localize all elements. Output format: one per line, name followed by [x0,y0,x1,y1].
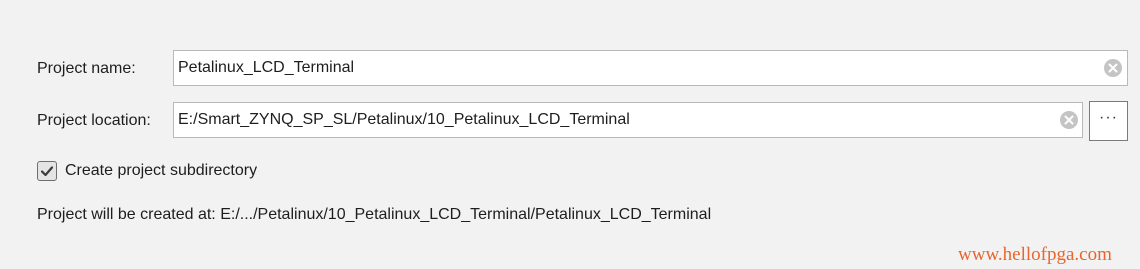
clear-icon[interactable] [1103,58,1123,78]
project-name-field[interactable] [173,50,1128,86]
check-icon [40,166,54,177]
project-location-field[interactable] [173,102,1083,138]
project-name-input[interactable] [178,51,1098,85]
project-location-input[interactable] [178,103,1054,137]
browse-button[interactable]: ··· [1089,101,1128,141]
project-created-at-text: Project will be created at: E:/.../Petal… [37,206,712,223]
project-name-label: Project name: [37,60,136,77]
browse-button-label: ··· [1099,109,1118,126]
create-subdirectory-label: Create project subdirectory [65,162,258,179]
create-subdirectory-checkbox[interactable] [37,161,57,181]
project-location-label: Project location: [37,112,151,129]
watermark-text: www.hellofpga.com [958,244,1112,265]
clear-icon[interactable] [1059,110,1079,130]
